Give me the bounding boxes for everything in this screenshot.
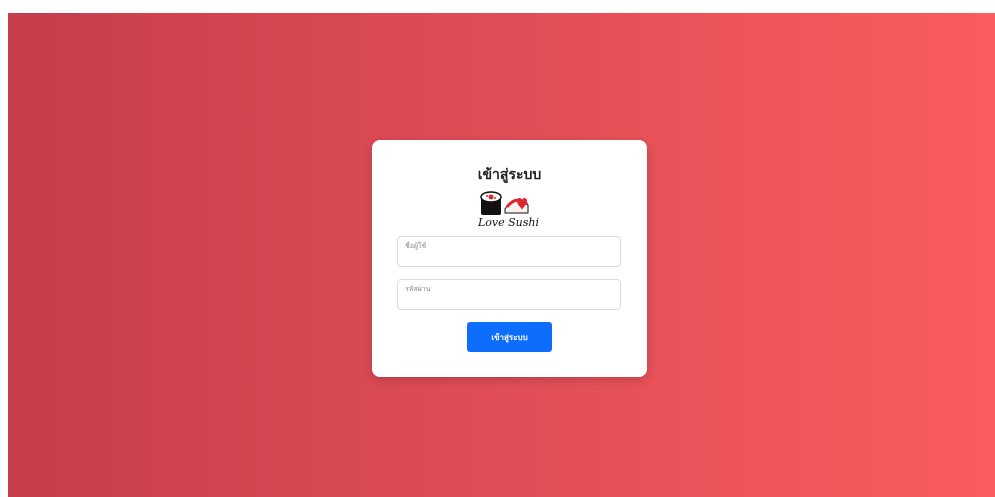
- username-field[interactable]: ชื่อผู้ใช้: [397, 236, 621, 267]
- username-input[interactable]: [404, 251, 612, 263]
- logo-text: Love Sushi: [477, 216, 539, 229]
- login-page-background: เข้าสู่ระบบ Love Sushi ชื่อผู้ใช้ รหัสผ่…: [8, 13, 995, 497]
- love-sushi-logo: Love Sushi: [477, 191, 539, 229]
- login-button[interactable]: เข้าสู่ระบบ: [467, 322, 552, 352]
- login-title: เข้าสู่ระบบ: [477, 167, 542, 183]
- sushi-roll-icon: [480, 191, 502, 215]
- login-card: เข้าสู่ระบบ Love Sushi ชื่อผู้ใช้ รหัสผ่…: [372, 140, 647, 377]
- password-field[interactable]: รหัสผ่าน: [397, 279, 621, 310]
- password-input[interactable]: [404, 294, 612, 306]
